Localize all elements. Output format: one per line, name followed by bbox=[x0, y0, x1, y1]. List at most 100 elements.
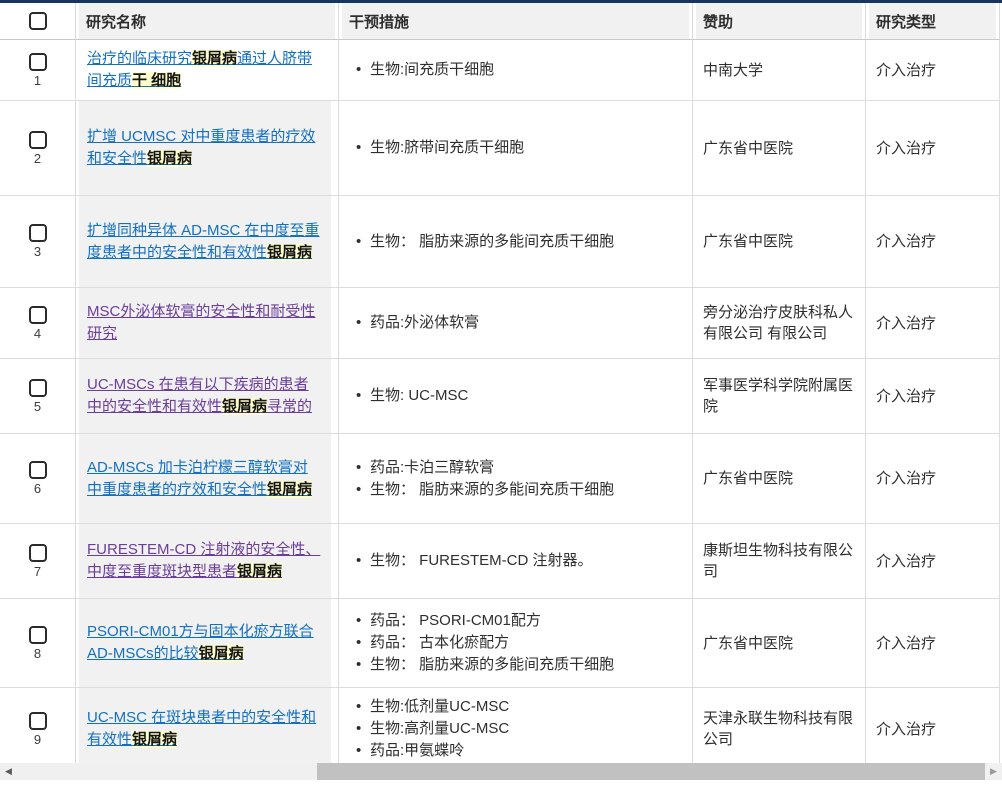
studies-table: 研究名称 干预措施 赞助 研究类型 1 治疗的临床研究银屑病通过人脐带间充质干 … bbox=[0, 3, 1000, 771]
search-highlight-term: 银屑病 bbox=[147, 150, 192, 167]
row-number: 9 bbox=[34, 733, 41, 747]
study-title-cell: 治疗的临床研究银屑病通过人脐带间充质干 细胞 bbox=[75, 40, 338, 101]
intervention-item: 药品:外泌体软膏 bbox=[356, 312, 682, 334]
sponsor-cell: 广东省中医院 bbox=[692, 434, 865, 524]
sponsor-cell: 广东省中医院 bbox=[692, 101, 865, 196]
column-header-study-type: 研究类型 bbox=[865, 3, 1000, 40]
study-title-link[interactable]: MSC外泌体软膏的安全性和耐受性研究 bbox=[87, 303, 315, 342]
row-select-cell: 3 bbox=[0, 196, 75, 288]
interventions-cell: 生物:间充质干细胞 bbox=[338, 40, 692, 101]
intervention-item: 药品： PSORI-CM01配方 bbox=[356, 610, 682, 632]
sponsor-name: 康斯坦生物科技有限公司 bbox=[703, 542, 853, 580]
sponsor-name: 军事医学科学院附属医院 bbox=[703, 377, 853, 415]
intervention-list: 生物:低剂量UC-MSC生物:高剂量UC-MSC药品:甲氨蝶呤 bbox=[356, 696, 682, 762]
table-row: 8 PSORI-CM01方与固本化瘀方联合AD-MSCs的比较银屑病 药品： P… bbox=[0, 599, 1000, 688]
title-text-segment: UC-MSC 在斑块患者中的安全性和有效性 bbox=[87, 709, 316, 748]
study-title-link[interactable]: FURESTEM-CD 注射液的安全性、中度至重度斑块型患者银屑病 bbox=[87, 541, 320, 580]
header-row: 研究名称 干预措施 赞助 研究类型 bbox=[0, 3, 1000, 40]
table-row: 9 UC-MSC 在斑块患者中的安全性和有效性银屑病 生物:低剂量UC-MSC生… bbox=[0, 688, 1000, 771]
study-type-cell: 介入治疗 bbox=[865, 288, 1000, 359]
interventions-cell: 生物： 脂肪来源的多能间充质干细胞 bbox=[338, 196, 692, 288]
sponsor-cell: 旁分泌治疗皮肤科私人有限公司 有限公司 bbox=[692, 288, 865, 359]
select-all-checkbox[interactable] bbox=[29, 12, 47, 30]
sponsor-cell: 中南大学 bbox=[692, 40, 865, 101]
search-highlight-term: 银屑病 bbox=[237, 563, 282, 580]
row-checkbox[interactable] bbox=[29, 544, 47, 562]
table-row: 3 扩增同种异体 AD-MSC 在中度至重度患者中的安全性和有效性银屑病 生物：… bbox=[0, 196, 1000, 288]
row-checkbox[interactable] bbox=[29, 306, 47, 324]
study-type-cell: 介入治疗 bbox=[865, 599, 1000, 688]
study-type-cell: 介入治疗 bbox=[865, 196, 1000, 288]
column-header-study-name: 研究名称 bbox=[75, 3, 338, 40]
table-row: 2 扩增 UCMSC 对中重度患者的疗效和安全性银屑病 生物:脐带间充质干细胞 … bbox=[0, 101, 1000, 196]
scroll-left-arrow-icon[interactable]: ◀ bbox=[0, 763, 17, 780]
title-text-segment: MSC外泌体软膏的安全性和耐受性研究 bbox=[87, 303, 315, 342]
intervention-list: 生物： 脂肪来源的多能间充质干细胞 bbox=[356, 231, 682, 253]
study-title-cell: UC-MSCs 在患有以下疾病的患者中的安全性和有效性银屑病寻常的 bbox=[75, 359, 338, 434]
row-checkbox[interactable] bbox=[29, 379, 47, 397]
intervention-list: 药品:外泌体软膏 bbox=[356, 312, 682, 334]
intervention-item: 药品： 古本化瘀配方 bbox=[356, 632, 682, 654]
horizontal-scrollbar-thumb[interactable] bbox=[317, 763, 985, 780]
scroll-right-arrow-icon[interactable]: ▶ bbox=[985, 763, 1002, 780]
study-type-cell: 介入治疗 bbox=[865, 524, 1000, 599]
study-type-value: 介入治疗 bbox=[876, 635, 936, 652]
row-checkbox[interactable] bbox=[29, 224, 47, 242]
row-select-cell: 5 bbox=[0, 359, 75, 434]
column-header-sponsor: 赞助 bbox=[692, 3, 865, 40]
intervention-list: 生物： FURESTEM-CD 注射器。 bbox=[356, 550, 682, 572]
study-type-cell: 介入治疗 bbox=[865, 434, 1000, 524]
table-body: 1 治疗的临床研究银屑病通过人脐带间充质干 细胞 生物:间充质干细胞 中南大学 … bbox=[0, 40, 1000, 771]
row-number: 8 bbox=[34, 647, 41, 661]
interventions-cell: 生物: UC-MSC bbox=[338, 359, 692, 434]
search-highlight-term: 银屑病 bbox=[222, 398, 267, 415]
study-title-link[interactable]: 扩增同种异体 AD-MSC 在中度至重度患者中的安全性和有效性银屑病 bbox=[87, 222, 320, 261]
search-highlight-term: 银屑病 bbox=[267, 481, 312, 498]
row-number: 4 bbox=[34, 327, 41, 341]
row-select-cell: 7 bbox=[0, 524, 75, 599]
intervention-list: 生物: UC-MSC bbox=[356, 385, 682, 407]
results-page: 研究名称 干预措施 赞助 研究类型 1 治疗的临床研究银屑病通过人脐带间充质干 … bbox=[0, 0, 1002, 793]
sponsor-name: 广东省中医院 bbox=[703, 470, 793, 487]
intervention-item: 生物:高剂量UC-MSC bbox=[356, 718, 682, 740]
study-type-value: 介入治疗 bbox=[876, 553, 936, 570]
study-title-link[interactable]: AD-MSCs 加卡泊柠檬三醇软膏对中重度患者的疗效和安全性银屑病 bbox=[87, 459, 312, 498]
study-title-link[interactable]: 扩增 UCMSC 对中重度患者的疗效和安全性银屑病 bbox=[87, 128, 315, 167]
row-number: 1 bbox=[34, 74, 41, 88]
title-text-segment: 扩增 UCMSC 对中重度患者的疗效和安全性 bbox=[87, 128, 315, 167]
search-highlight-term: 干 细胞 bbox=[132, 72, 181, 89]
horizontal-scrollbar[interactable]: ◀ ▶ bbox=[0, 763, 1002, 780]
row-checkbox[interactable] bbox=[29, 626, 47, 644]
study-title-link[interactable]: PSORI-CM01方与固本化瘀方联合AD-MSCs的比较银屑病 bbox=[87, 623, 314, 662]
study-title-link[interactable]: UC-MSCs 在患有以下疾病的患者中的安全性和有效性银屑病寻常的 bbox=[87, 376, 312, 415]
intervention-item: 生物： 脂肪来源的多能间充质干细胞 bbox=[356, 654, 682, 676]
row-checkbox[interactable] bbox=[29, 712, 47, 730]
row-checkbox[interactable] bbox=[29, 53, 47, 71]
sponsor-cell: 广东省中医院 bbox=[692, 196, 865, 288]
row-checkbox[interactable] bbox=[29, 131, 47, 149]
intervention-item: 药品:卡泊三醇软膏 bbox=[356, 457, 682, 479]
study-type-value: 介入治疗 bbox=[876, 388, 936, 405]
study-type-cell: 介入治疗 bbox=[865, 359, 1000, 434]
title-text-segment: 寻常的 bbox=[267, 398, 312, 415]
intervention-list: 药品:卡泊三醇软膏生物： 脂肪来源的多能间充质干细胞 bbox=[356, 457, 682, 501]
study-type-value: 介入治疗 bbox=[876, 470, 936, 487]
sponsor-cell: 天津永联生物科技有限公司 bbox=[692, 688, 865, 771]
row-select-cell: 9 bbox=[0, 688, 75, 771]
column-header-interventions: 干预措施 bbox=[338, 3, 692, 40]
study-title-link[interactable]: UC-MSC 在斑块患者中的安全性和有效性银屑病 bbox=[87, 709, 316, 748]
table-row: 6 AD-MSCs 加卡泊柠檬三醇软膏对中重度患者的疗效和安全性银屑病 药品:卡… bbox=[0, 434, 1000, 524]
study-title-link[interactable]: 治疗的临床研究银屑病通过人脐带间充质干 细胞 bbox=[87, 50, 312, 89]
intervention-list: 药品： PSORI-CM01配方药品： 古本化瘀配方生物： 脂肪来源的多能间充质… bbox=[356, 610, 682, 676]
study-type-value: 介入治疗 bbox=[876, 315, 936, 332]
row-number: 2 bbox=[34, 152, 41, 166]
search-highlight-term: 银屑病 bbox=[267, 244, 312, 261]
intervention-item: 生物： 脂肪来源的多能间充质干细胞 bbox=[356, 479, 682, 501]
sponsor-name: 广东省中医院 bbox=[703, 635, 793, 652]
sponsor-name: 旁分泌治疗皮肤科私人有限公司 有限公司 bbox=[703, 304, 853, 342]
study-title-cell: 扩增同种异体 AD-MSC 在中度至重度患者中的安全性和有效性银屑病 bbox=[75, 196, 338, 288]
study-type-value: 介入治疗 bbox=[876, 140, 936, 157]
row-checkbox[interactable] bbox=[29, 461, 47, 479]
sponsor-cell: 军事医学科学院附属医院 bbox=[692, 359, 865, 434]
intervention-list: 生物:间充质干细胞 bbox=[356, 59, 682, 81]
